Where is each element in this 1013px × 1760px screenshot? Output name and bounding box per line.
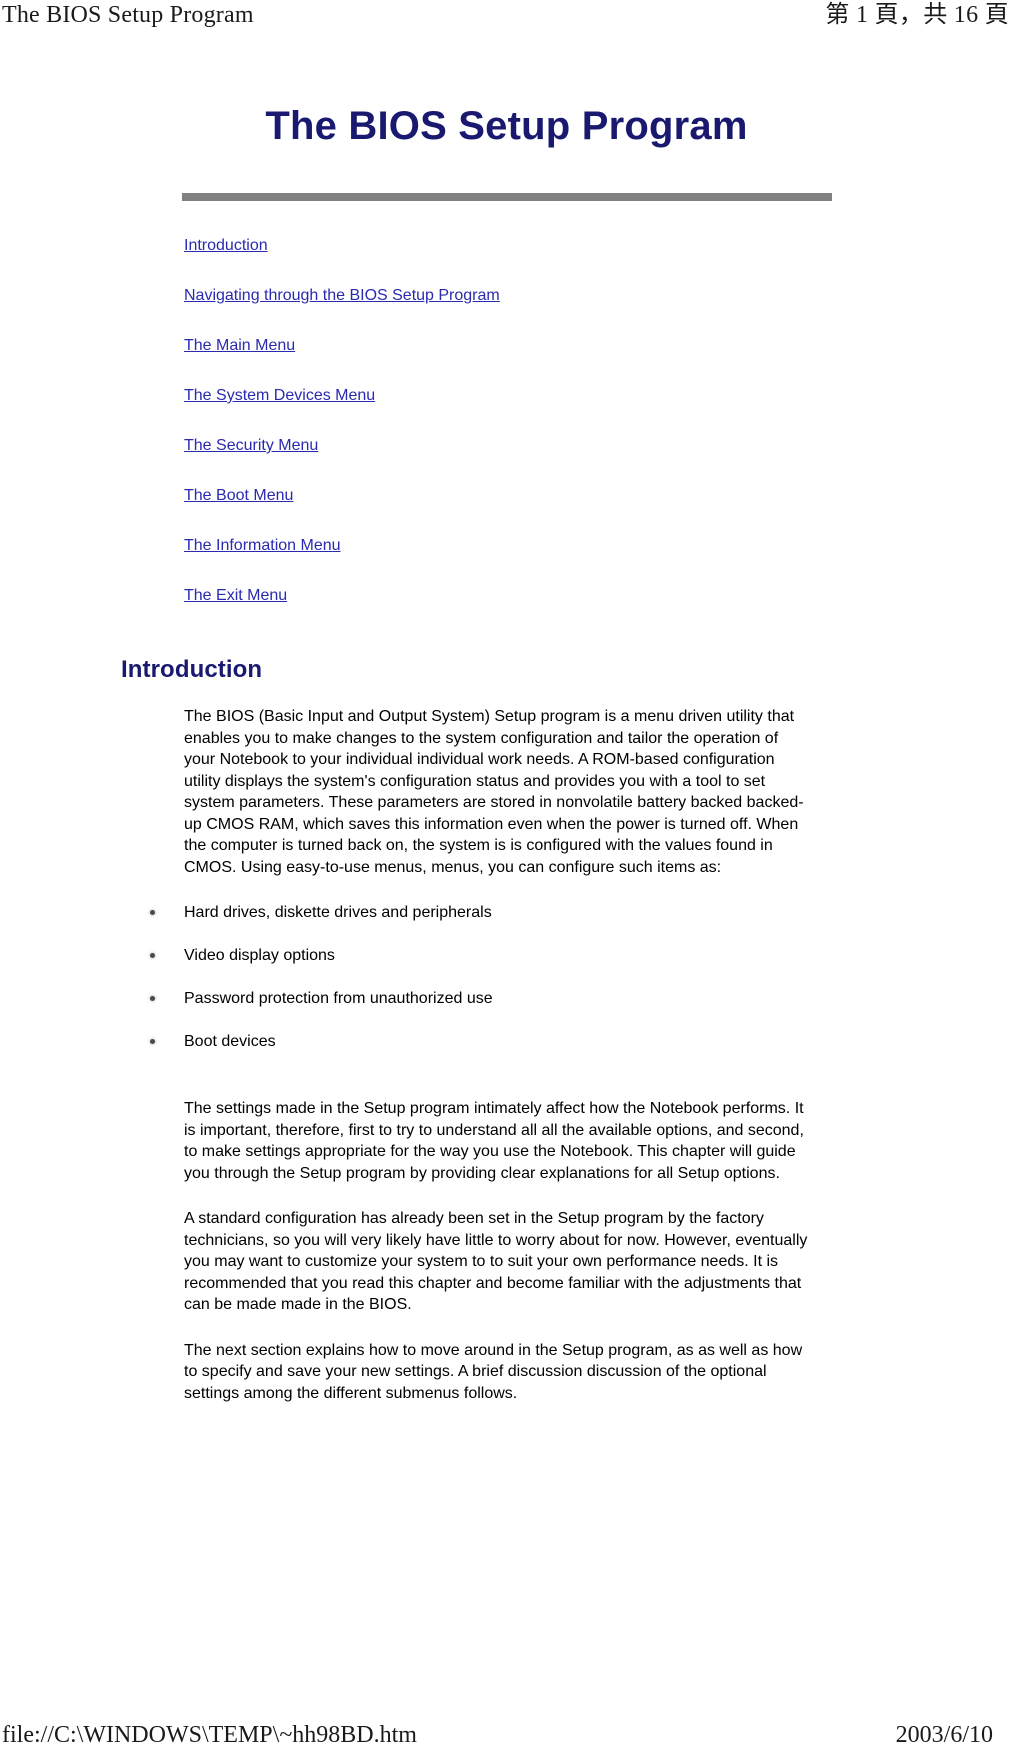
table-of-contents: Introduction Navigating through the BIOS… — [0, 201, 1013, 606]
document-body: The BIOS Setup Program Introduction Navi… — [0, 40, 1013, 1404]
list-item-label: Video display options — [184, 947, 335, 964]
toc-item-exit-menu: The Exit Menu — [0, 585, 1013, 606]
intro-paragraph-4: The next section explains how to move ar… — [184, 1341, 803, 1402]
toc-link-boot-menu[interactable]: The Boot Menu — [184, 487, 293, 504]
bullet-dot-icon — [150, 910, 155, 915]
page-title: The BIOS Setup Program — [265, 104, 748, 148]
print-footer-date: 2003/6/10 — [895, 1722, 993, 1748]
list-item-label: Password protection from unauthorized us… — [184, 990, 493, 1007]
config-items-list: Hard drives, diskette drives and periphe… — [0, 878, 1013, 1052]
bullet-dot-icon — [150, 996, 155, 1001]
intro-paragraph-1: The BIOS (Basic Input and Output System)… — [184, 708, 804, 876]
toc-item-security-menu: The Security Menu — [0, 435, 1013, 456]
print-header-pagination: 第 1 頁，共 16 頁 — [825, 2, 1009, 28]
list-item: Hard drives, diskette drives and periphe… — [0, 902, 1013, 923]
intro-paragraph-3: A standard configuration has already bee… — [184, 1210, 808, 1313]
toc-item-introduction: Introduction — [0, 235, 1013, 256]
list-item: Password protection from unauthorized us… — [0, 988, 1013, 1009]
toc-link-navigating[interactable]: Navigating through the BIOS Setup Progra… — [184, 287, 500, 304]
list-item: Video display options — [0, 945, 1013, 966]
toc-link-main-menu[interactable]: The Main Menu — [184, 337, 295, 354]
toc-item-boot-menu: The Boot Menu — [0, 485, 1013, 506]
title-divider-wrap — [0, 149, 1013, 201]
intro-paragraph-2: The settings made in the Setup program i… — [184, 1100, 804, 1182]
print-header-title: The BIOS Setup Program — [2, 2, 254, 28]
list-item-label: Boot devices — [184, 1033, 276, 1050]
bullet-dot-icon — [150, 953, 155, 958]
toc-link-security-menu[interactable]: The Security Menu — [184, 437, 318, 454]
toc-link-exit-menu[interactable]: The Exit Menu — [184, 587, 287, 604]
toc-item-navigating: Navigating through the BIOS Setup Progra… — [0, 285, 1013, 306]
list-item: Boot devices — [0, 1031, 1013, 1052]
toc-link-system-devices-menu[interactable]: The System Devices Menu — [184, 387, 375, 404]
print-footer-path: file://C:\WINDOWS\TEMP\~hh98BD.htm — [2, 1722, 417, 1748]
print-header: The BIOS Setup Program 第 1 頁，共 16 頁 — [0, 0, 1013, 40]
toc-item-information-menu: The Information Menu — [0, 535, 1013, 556]
toc-link-information-menu[interactable]: The Information Menu — [184, 537, 341, 554]
title-divider — [181, 193, 832, 201]
toc-item-system-devices-menu: The System Devices Menu — [0, 385, 1013, 406]
print-footer: file://C:\WINDOWS\TEMP\~hh98BD.htm 2003/… — [0, 1720, 1013, 1760]
toc-item-main-menu: The Main Menu — [0, 335, 1013, 356]
bullet-dot-icon — [150, 1039, 155, 1044]
toc-link-introduction[interactable]: Introduction — [184, 237, 268, 254]
section-heading-introduction: Introduction — [121, 656, 263, 683]
list-item-label: Hard drives, diskette drives and periphe… — [184, 904, 492, 921]
